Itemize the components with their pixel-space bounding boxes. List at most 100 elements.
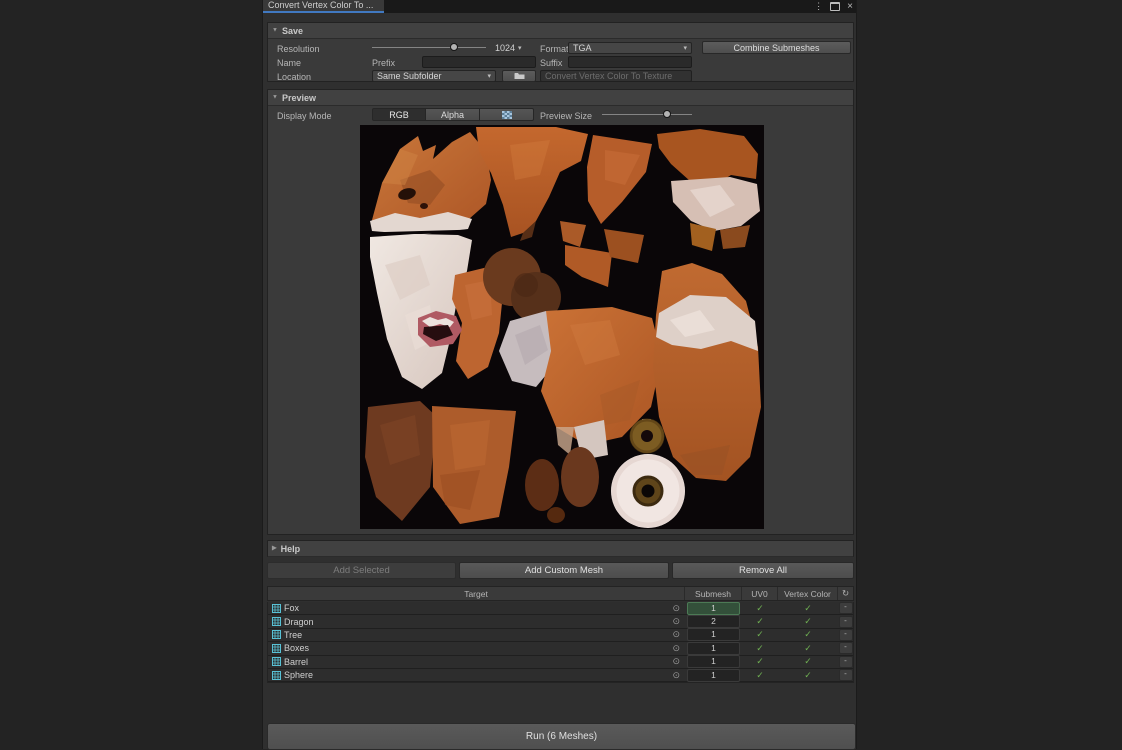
row-remove-button[interactable]: - [839,602,853,614]
help-section-title: Help [281,544,301,554]
uv0-check-icon: ✓ [742,656,778,667]
table-row[interactable]: Boxes ⊙ 1 ✓ ✓ - [268,642,853,655]
object-picker-icon[interactable]: ⊙ [672,670,680,681]
object-picker-icon[interactable]: ⊙ [672,603,680,614]
submesh-cell: 2 [687,615,740,628]
row-action-column-cell: - [838,602,853,614]
target-column-header: Target [268,587,685,600]
uv0-check-icon: ✓ [742,670,778,681]
object-picker-icon[interactable]: ⊙ [672,656,680,667]
vertex-color-check-icon: ✓ [778,603,838,614]
mesh-table-body: Fox ⊙ 1 ✓ ✓ - [267,602,854,683]
resolution-value: 1024 [495,43,515,53]
submesh-column-header: Submesh [685,587,742,600]
preview-size-slider[interactable] [602,110,692,119]
mesh-icon [272,644,281,653]
preview-section: ▼ Preview Display Mode RGB Alpha Previe [267,89,854,535]
row-remove-button[interactable]: - [839,629,853,641]
submesh-column-cell: 1 [685,656,742,668]
window-controls: ⋮ × [814,0,853,13]
help-foldout[interactable]: ▶ Help [268,541,853,557]
uv0-column-cell: ✓ [742,669,778,681]
maximize-icon[interactable] [830,2,840,11]
prefix-input[interactable] [422,56,536,68]
mesh-name: Boxes [284,643,309,653]
target-cell: Tree ⊙ [268,629,685,641]
add-custom-mesh-button[interactable]: Add Custom Mesh [459,562,669,579]
mesh-icon [272,604,281,613]
resolution-slider-handle[interactable] [450,43,458,51]
preview-size-slider-handle[interactable] [663,110,671,118]
foldout-open-icon: ▼ [272,27,278,33]
row-remove-button[interactable]: - [839,642,853,654]
row-remove-button[interactable]: - [839,616,853,628]
suffix-input[interactable] [568,56,692,68]
location-value: Same Subfolder [377,71,442,81]
mesh-icon [272,657,281,666]
vertex-color-check-icon: ✓ [778,670,838,681]
remove-all-button[interactable]: Remove All [672,562,854,579]
combine-submeshes-button[interactable]: Combine Submeshes [702,41,851,54]
target-cell: Fox ⊙ [268,602,685,614]
row-remove-button[interactable]: - [839,669,853,681]
submesh-column-cell: 1 [685,602,742,614]
foldout-closed-icon: ▶ [272,545,277,552]
vertex-color-column-cell: ✓ [778,656,838,668]
row-action-column-cell: - [838,642,853,654]
row-remove-button[interactable]: - [839,656,853,668]
location-dropdown[interactable]: Same Subfolder ▾ [372,70,496,82]
uv0-check-icon: ✓ [742,643,778,654]
save-section: ▼ Save Resolution 1024 ▾ Format TGA ▾ Co… [267,22,854,82]
resolution-dropdown[interactable]: 1024 ▾ [495,43,522,53]
kebab-menu-icon[interactable]: ⋮ [814,0,823,13]
vertex-color-column-header: Vertex Color [778,587,838,600]
object-picker-icon[interactable]: ⊙ [672,616,680,627]
resolution-slider-track[interactable] [372,47,486,48]
uv0-check-icon: ✓ [742,616,778,627]
display-mode-checker-button[interactable] [480,108,534,121]
save-section-title: Save [282,26,303,36]
resolution-label: Resolution [277,44,320,54]
run-button[interactable]: Run (6 Meshes) [267,723,856,750]
vertex-color-check-icon: ✓ [778,629,838,640]
row-action-column-cell: - [838,656,853,668]
browse-folder-button[interactable] [502,70,536,82]
texture-preview-image [360,125,764,529]
uv0-column-cell: ✓ [742,642,778,654]
mesh-name: Sphere [284,670,313,680]
window-tab-title: Convert Vertex Color To ... [268,0,373,10]
mesh-table-header: Target Submesh UV0 Vertex Color ↻ [267,586,854,601]
add-selected-button[interactable]: Add Selected [267,562,456,579]
preview-size-slider-track[interactable] [602,114,692,115]
uv0-column-cell: ✓ [742,602,778,614]
chevron-down-icon: ▾ [487,72,491,80]
resolution-slider[interactable] [372,43,486,52]
vertex-color-check-icon: ✓ [778,616,838,627]
table-row[interactable]: Dragon ⊙ 2 ✓ ✓ - [268,615,853,628]
folder-icon [514,72,525,80]
convert-vertex-color-window: Convert Vertex Color To ... ⋮ × ▼ Save R… [262,0,857,749]
table-row[interactable]: Sphere ⊙ 1 ✓ ✓ - [268,669,853,682]
format-dropdown[interactable]: TGA ▾ [568,42,692,54]
close-icon[interactable]: × [847,0,853,13]
chevron-down-icon: ▾ [518,44,522,52]
format-label: Format [540,44,569,54]
table-row[interactable]: Tree ⊙ 1 ✓ ✓ - [268,629,853,642]
table-row[interactable]: Fox ⊙ 1 ✓ ✓ - [268,602,853,615]
display-mode-alpha-button[interactable]: Alpha [426,108,480,121]
vertex-color-column-cell: ✓ [778,642,838,654]
object-picker-icon[interactable]: ⊙ [672,629,680,640]
location-label: Location [277,72,311,82]
name-label: Name [277,58,301,68]
display-mode-rgb-button[interactable]: RGB [372,108,426,121]
uv0-column-cell: ✓ [742,629,778,641]
submesh-column-cell: 1 [685,629,742,641]
refresh-icon[interactable]: ↻ [838,587,853,600]
table-row[interactable]: Barrel ⊙ 1 ✓ ✓ - [268,656,853,669]
save-foldout[interactable]: ▼ Save [268,23,853,39]
window-tab[interactable]: Convert Vertex Color To ... [263,0,384,13]
mesh-name: Tree [284,630,302,640]
object-picker-icon[interactable]: ⊙ [672,643,680,654]
preview-foldout[interactable]: ▼ Preview [268,90,853,106]
mesh-name: Barrel [284,657,308,667]
